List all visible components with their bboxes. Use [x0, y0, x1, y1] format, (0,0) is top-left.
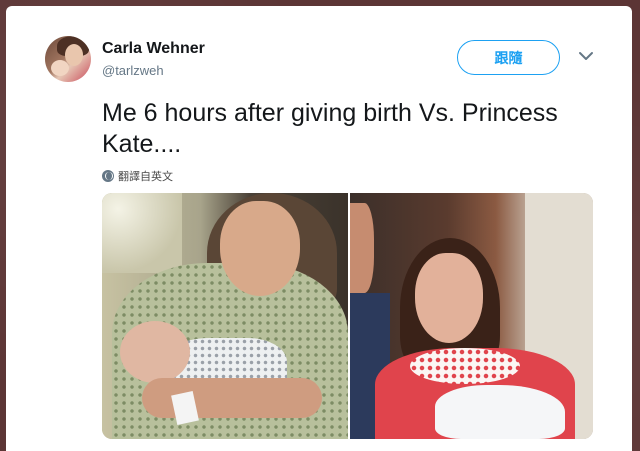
tweet-photo-2[interactable]	[350, 193, 593, 439]
tweet-photo-1[interactable]	[102, 193, 348, 439]
media-grid	[102, 193, 593, 439]
globe-icon	[102, 170, 114, 182]
author-handle[interactable]: @tarlzweh	[102, 63, 164, 78]
author-name[interactable]: Carla Wehner	[102, 40, 205, 58]
avatar[interactable]	[45, 36, 91, 82]
translate-link[interactable]: 翻譯自英文	[102, 168, 173, 184]
follow-button[interactable]: 跟隨	[457, 40, 560, 75]
tweet-text: Me 6 hours after giving birth Vs. Prince…	[102, 99, 558, 158]
translate-label: 翻譯自英文	[118, 170, 173, 183]
chevron-down-icon[interactable]	[578, 50, 594, 62]
tweet-card: Carla Wehner @tarlzweh 跟隨 Me 6 hours aft…	[6, 6, 632, 451]
